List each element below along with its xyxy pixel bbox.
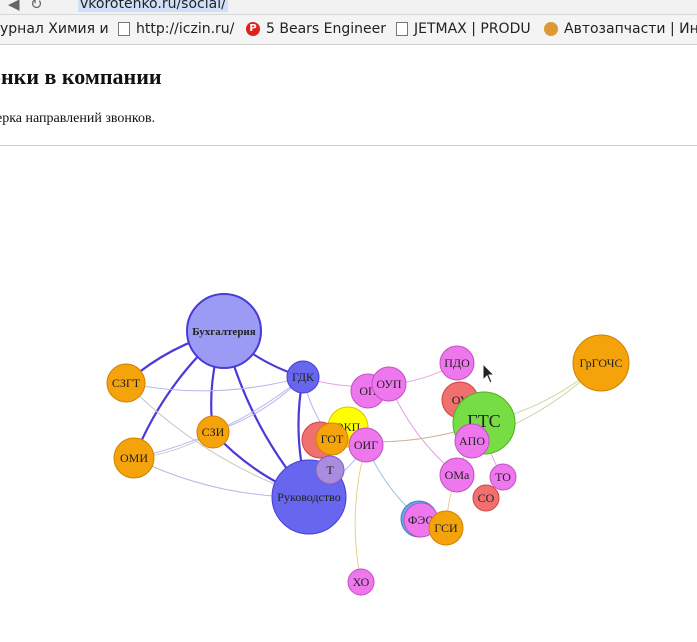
node-label-oig: ОИГ bbox=[354, 438, 378, 452]
node-label-grgochs: ГрГОЧС bbox=[580, 356, 623, 370]
node-oig[interactable]: ОИГ bbox=[348, 427, 384, 463]
node-label-ruk: Руководство bbox=[277, 490, 340, 504]
call-graph: БухгалтерияСЗГТГДКСЗИОМИРуководствоОЭКПГ… bbox=[106, 293, 630, 596]
node-label-to: ТО bbox=[495, 470, 511, 484]
node-label-gsi: ГСИ bbox=[434, 521, 458, 535]
node-label-t_purple: Т bbox=[326, 463, 334, 477]
node-label-gdk: ГДК bbox=[292, 370, 315, 384]
node-gdk[interactable]: ГДК bbox=[286, 360, 320, 394]
node-to[interactable]: ТО bbox=[489, 463, 517, 491]
link-oig-ho bbox=[354, 444, 367, 583]
node-szgt[interactable]: СЗГТ bbox=[106, 363, 146, 403]
node-gsi[interactable]: ГСИ bbox=[428, 510, 464, 546]
node-omi[interactable]: ОМИ bbox=[113, 437, 155, 479]
node-buh[interactable]: Бухгалтерия bbox=[186, 293, 262, 369]
node-szi[interactable]: СЗИ bbox=[196, 415, 230, 449]
node-label-apo: АПО bbox=[459, 434, 485, 448]
node-label-so: СО bbox=[478, 491, 495, 505]
link-szgt-gdk bbox=[125, 376, 304, 392]
node-label-buh: Бухгалтерия bbox=[192, 326, 256, 338]
mouse-cursor-icon bbox=[482, 363, 496, 384]
node-oup[interactable]: ОУП bbox=[371, 366, 407, 402]
node-ho[interactable]: ХО bbox=[347, 568, 375, 596]
node-label-oma: ОМа bbox=[445, 468, 470, 482]
node-label-omi: ОМИ bbox=[120, 451, 148, 465]
node-label-ho: ХО bbox=[353, 575, 370, 589]
node-t_purple[interactable]: Т bbox=[315, 455, 345, 485]
node-got[interactable]: ГОТ bbox=[315, 422, 349, 456]
node-label-oup: ОУП bbox=[376, 377, 401, 391]
node-label-szgt: СЗГТ bbox=[112, 376, 141, 390]
node-so[interactable]: СО bbox=[472, 484, 500, 512]
node-oma[interactable]: ОМа bbox=[439, 457, 475, 493]
graph-nodes: БухгалтерияСЗГТГДКСЗИОМИРуководствоОЭКПГ… bbox=[106, 293, 630, 596]
node-grgochs[interactable]: ГрГОЧС bbox=[572, 334, 630, 392]
node-label-got: ГОТ bbox=[321, 432, 344, 446]
node-label-szi: СЗИ bbox=[202, 425, 225, 439]
node-pdo[interactable]: ПДО bbox=[439, 345, 475, 381]
node-label-pdo: ПДО bbox=[444, 356, 470, 370]
node-apo[interactable]: АПО bbox=[454, 423, 490, 459]
